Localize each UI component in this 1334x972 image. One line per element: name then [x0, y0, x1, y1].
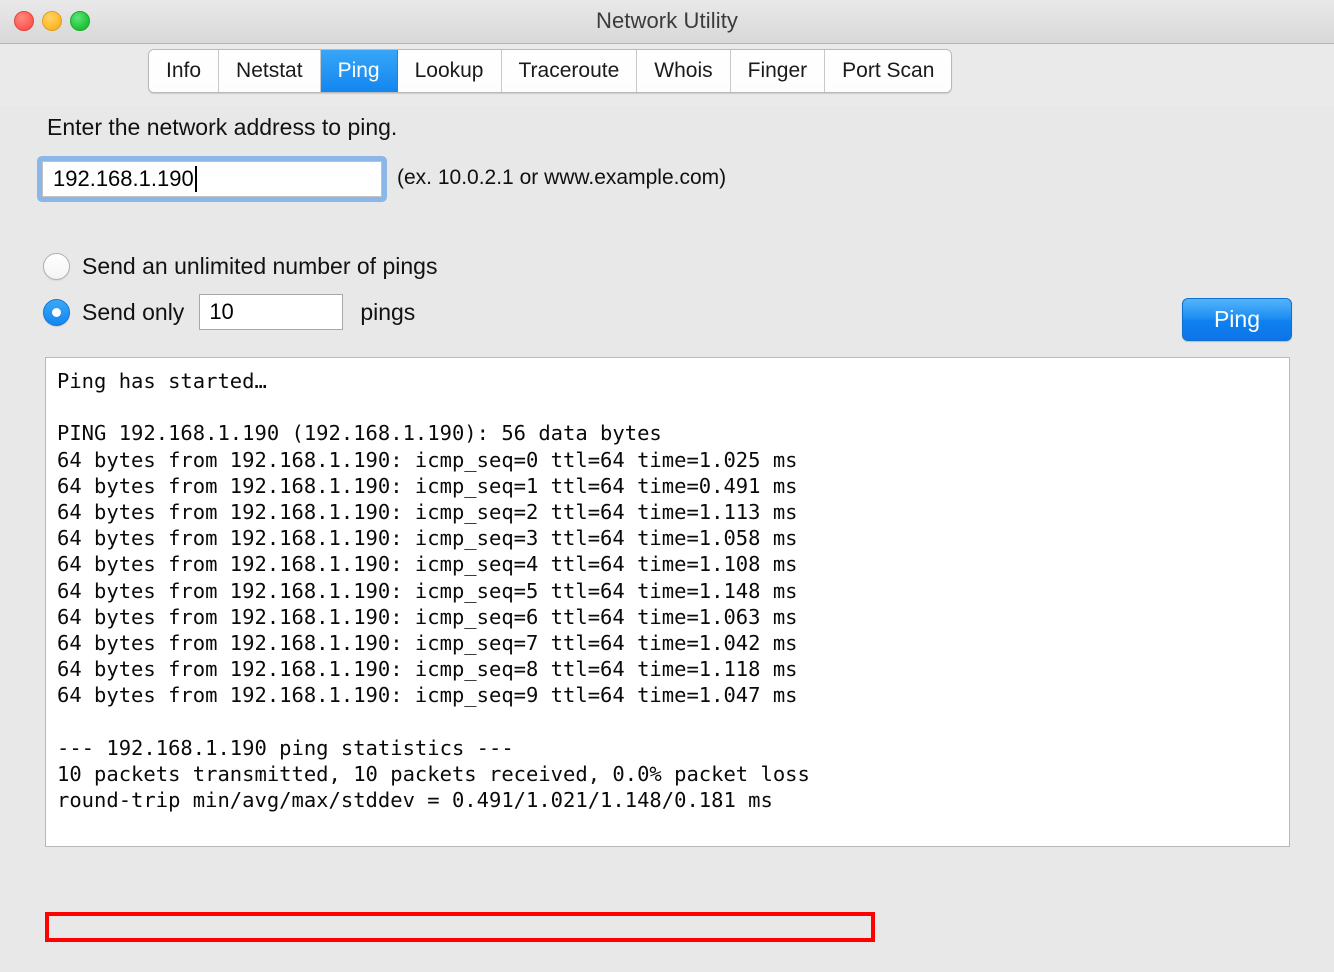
network-utility-window: Network Utility Info Netstat Ping Lookup… — [0, 0, 1334, 972]
text-caret — [195, 166, 197, 192]
radio-option-unlimited[interactable]: Send an unlimited number of pings — [43, 253, 437, 280]
tab-netstat[interactable]: Netstat — [219, 50, 321, 92]
tab-bar: Info Netstat Ping Lookup Traceroute Whoi… — [148, 49, 952, 93]
radio-send-only-icon[interactable] — [43, 299, 70, 326]
tab-port-scan[interactable]: Port Scan — [825, 50, 951, 92]
ping-count-input[interactable]: 10 — [199, 294, 343, 330]
ping-output-text: Ping has started… PING 192.168.1.190 (19… — [46, 358, 1289, 813]
packet-loss-highlight-annotation — [45, 912, 875, 942]
tab-whois[interactable]: Whois — [637, 50, 730, 92]
address-input-focus-ring: 192.168.1.190 — [37, 156, 387, 202]
radio-unlimited-icon[interactable] — [43, 253, 70, 280]
address-input-value: 192.168.1.190 — [43, 166, 194, 192]
address-input[interactable]: 192.168.1.190 — [42, 161, 382, 197]
radio-send-only-label: Send only — [82, 299, 184, 326]
radio-unlimited-label: Send an unlimited number of pings — [82, 253, 437, 280]
radio-option-send-only[interactable]: Send only 10 pings — [43, 294, 415, 330]
tab-info[interactable]: Info — [149, 50, 219, 92]
ping-prompt-label: Enter the network address to ping. — [47, 114, 397, 141]
tab-ping[interactable]: Ping — [321, 50, 398, 92]
window-title: Network Utility — [0, 8, 1334, 34]
tab-traceroute[interactable]: Traceroute — [502, 50, 638, 92]
tab-lookup[interactable]: Lookup — [398, 50, 502, 92]
ping-panel: Enter the network address to ping. 192.1… — [0, 106, 1334, 972]
tab-finger[interactable]: Finger — [731, 50, 826, 92]
pings-unit-label: pings — [360, 299, 415, 326]
ping-output-console[interactable]: Ping has started… PING 192.168.1.190 (19… — [45, 357, 1290, 847]
tabbar-area: Info Netstat Ping Lookup Traceroute Whoi… — [0, 44, 1334, 106]
window-titlebar: Network Utility — [0, 0, 1334, 44]
address-example-hint: (ex. 10.0.2.1 or www.example.com) — [397, 166, 726, 190]
ping-button[interactable]: Ping — [1182, 298, 1292, 341]
